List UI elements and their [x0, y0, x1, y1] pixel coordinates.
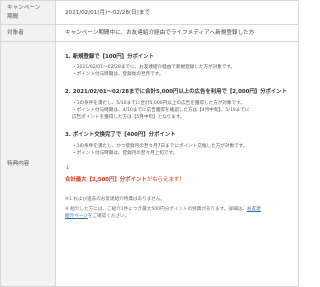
campaign-period-row: キャンペーン 期間 2021/02/01(月)〜02/28(日)まで	[0, 0, 299, 25]
campaign-details-table: キャンペーン 期間 2021/02/01(月)〜02/28(日)まで 対象者 キ…	[0, 0, 299, 287]
benefits-detail: 1. 新規登録で【100円】分ポイント ・2021/02/01〜02/28までに…	[65, 42, 298, 286]
benefit-3-heading: 3. ポイント交換完了で【400円】分ポイント	[65, 132, 176, 138]
note-2-line-2: 紹介ページをご確認ください。	[65, 214, 130, 219]
benefit-3-bullet: ・ポイント付与時期は、登録月の翌々月上旬です。	[72, 151, 178, 156]
target-row: 対象者 キャンペーン期間中に、お友達紹介経由でライフメディアへ新規登録した方	[0, 24, 299, 42]
down-arrow-icon: ↓	[65, 164, 71, 171]
benefits-value: 1. 新規登録で【100円】分ポイント ・2021/02/01〜02/28までに…	[55, 41, 299, 287]
total-reward-text: 合計最大【2,500円】分ポイントがもらえます！	[65, 177, 185, 183]
benefit-1-heading: 1. 新規登録で【100円】分ポイント	[65, 54, 155, 60]
benefit-2-bullet: 広告ポイントを獲得した方は【5月中旬】となります。	[72, 115, 185, 120]
benefit-2-heading: 2. 2021/02/01〜02/28までに合計5,000円以上の広告を利用で【…	[65, 89, 288, 95]
target-label: 対象者	[0, 24, 56, 42]
benefits-row: 特典内容 1. 新規登録で【100円】分ポイント ・2021/02/01〜02/…	[0, 41, 299, 287]
campaign-period-value: 2021/02/01(月)〜02/28(日)まで	[55, 0, 299, 25]
target-value: キャンペーン期間中に、お友達紹介経由でライフメディアへ新規登録した方	[55, 24, 299, 42]
note-1: ※1 および過去のお友達紹介特典はありません。	[65, 197, 165, 202]
benefit-1-bullet: ・ポイント付与時期は、登録後の翌月です。	[72, 72, 164, 77]
benefits-label: 特典内容	[0, 41, 56, 287]
campaign-period-label: キャンペーン 期間	[0, 0, 56, 25]
friend-referral-page-link[interactable]: 紹介ページ	[65, 214, 88, 219]
friend-referral-link[interactable]: お友達	[247, 207, 261, 212]
